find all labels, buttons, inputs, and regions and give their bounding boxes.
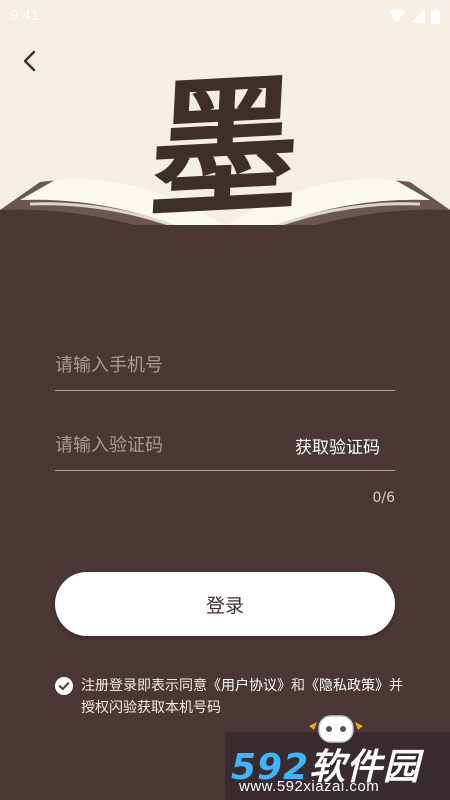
get-code-button[interactable]: 获取验证码 [295,433,380,458]
agreement-text: 注册登录即表示同意《用户协议》和《隐私政策》并授权闪验获取本机号码 [81,675,416,719]
back-button[interactable] [14,45,46,77]
battery-icon [431,8,440,24]
code-length-counter: 0/6 [372,490,395,506]
brand-logo-ink-glyph: 墨 [145,55,305,240]
user-agreement-link[interactable]: 《用户协议》 [207,678,291,694]
signal-icon [411,9,425,23]
phone-field [55,340,395,391]
chevron-left-icon [23,50,36,72]
status-time: 9:41 [10,7,40,24]
agreement-conjunction: 和 [291,678,305,694]
wifi-icon [389,9,405,22]
watermark-url: www.592xiazai.com [239,778,380,795]
phone-input[interactable] [55,350,285,380]
status-icons [389,8,440,24]
agreement-prefix: 注册登录即表示同意 [81,678,207,694]
status-bar: 9:41 [0,0,450,30]
login-button[interactable]: 登录 [55,572,395,636]
agreement-checkbox[interactable] [55,677,73,695]
code-field: 获取验证码 [55,420,395,471]
verification-code-input[interactable] [55,430,285,460]
watermark: 592软件园 www.592xiazai.com [225,715,450,800]
privacy-policy-link[interactable]: 《隐私政策》 [305,678,389,694]
